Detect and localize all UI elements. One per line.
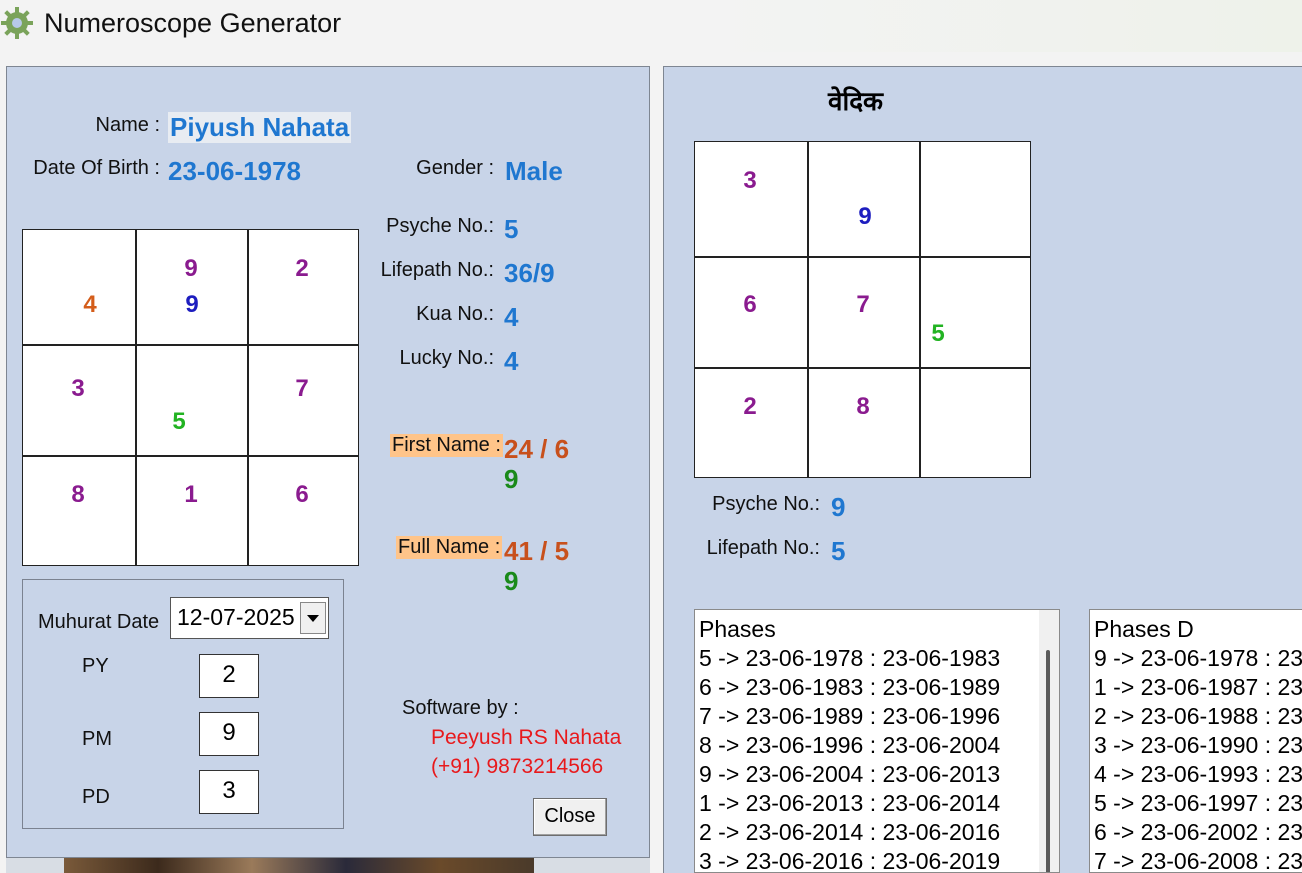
photo-strip <box>64 858 534 873</box>
author-name: Peeyush RS Nahata <box>431 726 622 749</box>
grid-number: 8 <box>856 393 870 420</box>
scrollbar-track[interactable] <box>1039 610 1059 872</box>
grid-number: 3 <box>743 167 757 194</box>
loshu-grid: 4 9 9 2 3 5 7 8 1 6 <box>22 229 359 566</box>
vedic-lifepath-value: 5 <box>831 536 846 566</box>
vedic-psyche-label: Psyche No.: <box>712 493 820 515</box>
chevron-down-icon <box>307 615 319 622</box>
list-item[interactable]: 6 -> 23-06-2002 : 23 <box>1090 818 1302 847</box>
grid-number: 4 <box>83 291 97 318</box>
list-item[interactable]: 6 -> 23-06-1983 : 23-06-1989 <box>695 673 1059 702</box>
full-name-sub: 9 <box>504 566 519 596</box>
pd-field[interactable]: 3 <box>199 770 259 814</box>
grid-number: 2 <box>295 255 309 282</box>
list-item[interactable]: 9 -> 23-06-2004 : 23-06-2013 <box>695 760 1059 789</box>
list-item[interactable]: 8 -> 23-06-1996 : 23-06-2004 <box>695 731 1059 760</box>
list-item[interactable]: 1 -> 23-06-2013 : 23-06-2014 <box>695 789 1059 818</box>
grid-number: 6 <box>295 481 309 508</box>
muhurat-label: Muhurat Date <box>38 611 160 633</box>
psyche-label: Psyche No.: <box>386 215 494 237</box>
lucky-label: Lucky No.: <box>399 347 494 369</box>
kua-value: 4 <box>504 302 519 332</box>
list-item[interactable]: 5 -> 23-06-1978 : 23-06-1983 <box>695 644 1059 673</box>
list-item[interactable]: 3 -> 23-06-1990 : 23 <box>1090 731 1302 760</box>
list-item[interactable]: 4 -> 23-06-1993 : 23 <box>1090 760 1302 789</box>
name-label: Name : <box>95 114 160 136</box>
py-field[interactable]: 2 <box>199 654 259 698</box>
phases-list[interactable]: Phases 5 -> 23-06-1978 : 23-06-1983 6 ->… <box>694 609 1060 873</box>
grid-number: 7 <box>295 375 309 402</box>
first-name-sub: 9 <box>504 464 519 494</box>
muhurat-date-value: 12-07-2025 <box>177 604 295 630</box>
dropdown-button[interactable] <box>300 602 326 634</box>
scrollbar-thumb[interactable] <box>1046 650 1050 872</box>
grid-number: 6 <box>743 291 757 318</box>
dob-value: 23-06-1978 <box>168 156 301 186</box>
dob-label: Date Of Birth : <box>33 157 160 179</box>
grid-number: 5 <box>931 320 945 347</box>
vedic-psyche-value: 9 <box>831 492 846 522</box>
list-item[interactable]: 7 -> 23-06-1989 : 23-06-1996 <box>695 702 1059 731</box>
vedic-heading: वेदिक <box>828 87 883 117</box>
list-item[interactable]: 3 -> 23-06-2016 : 23-06-2019 <box>695 847 1059 872</box>
gender-value: Male <box>505 156 563 186</box>
list-item[interactable]: 7 -> 23-06-2008 : 23 <box>1090 847 1302 872</box>
title-bar: Numeroscope Generator <box>0 0 1302 52</box>
grid-number: 9 <box>184 255 198 282</box>
full-name-value: 41 / 5 <box>504 536 570 566</box>
list-item[interactable]: 9 -> 23-06-1978 : 23 <box>1090 644 1302 673</box>
pd-label: PD <box>82 786 110 808</box>
lifepath-value: 36/9 <box>504 258 555 288</box>
grid-number: 9 <box>185 291 199 318</box>
phases-d-list[interactable]: Phases D 9 -> 23-06-1978 : 23 1 -> 23-06… <box>1089 609 1302 873</box>
grid-number: 3 <box>71 375 85 402</box>
vedic-lifepath-label: Lifepath No.: <box>706 537 820 559</box>
gear-flower-icon <box>1 7 33 39</box>
lucky-value: 4 <box>504 346 519 376</box>
first-name-label: First Name : <box>390 434 503 457</box>
lifepath-label: Lifepath No.: <box>380 259 494 281</box>
vedic-grid: 3 9 6 7 5 2 8 <box>694 141 1031 478</box>
full-name-label: Full Name : <box>396 536 503 559</box>
pm-field[interactable]: 9 <box>199 712 259 756</box>
pm-label: PM <box>82 728 112 750</box>
grid-number: 7 <box>856 291 870 318</box>
grid-number: 8 <box>71 481 85 508</box>
first-name-value: 24 / 6 <box>504 434 570 464</box>
list-item[interactable]: 2 -> 23-06-1988 : 23 <box>1090 702 1302 731</box>
close-button[interactable]: Close <box>533 798 607 836</box>
list-item[interactable]: 1 -> 23-06-1987 : 23 <box>1090 673 1302 702</box>
grid-number: 2 <box>743 393 757 420</box>
py-label: PY <box>82 655 109 677</box>
list-item[interactable]: 5 -> 23-06-1997 : 23 <box>1090 789 1302 818</box>
name-value: Piyush Nahata <box>168 112 352 143</box>
muhurat-date-picker[interactable]: 12-07-2025 <box>170 597 329 639</box>
grid-number: 9 <box>858 203 872 230</box>
kua-label: Kua No.: <box>416 303 494 325</box>
grid-number: 1 <box>184 481 198 508</box>
author-phone: (+91) 9873214566 <box>431 755 604 778</box>
list-item[interactable]: 2 -> 23-06-2014 : 23-06-2016 <box>695 818 1059 847</box>
phases-header: Phases <box>699 616 776 642</box>
psyche-value: 5 <box>504 214 519 244</box>
gender-label: Gender : <box>416 157 494 179</box>
phases-d-header: Phases D <box>1094 616 1194 642</box>
grid-number: 5 <box>172 408 186 435</box>
software-by-label: Software by : <box>402 697 519 719</box>
window-title: Numeroscope Generator <box>44 8 342 38</box>
